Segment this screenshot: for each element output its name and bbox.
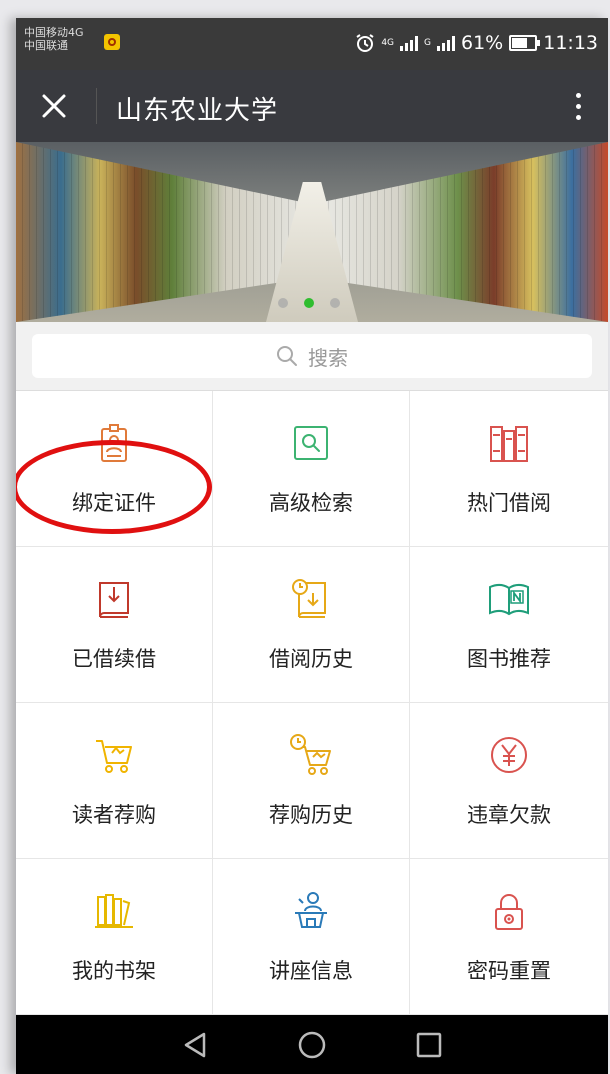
carousel-dot-1[interactable] [278,298,288,308]
menu-label: 讲座信息 [269,959,353,983]
banner-image-left-shelves [16,142,316,322]
carrier-2: 中国联通 [24,39,68,52]
nav-divider [96,88,97,124]
carrier-1: 中国移动4G [24,26,84,39]
menu-label: 读者荐购 [72,803,156,827]
menu-item-lecture-info[interactable]: 讲座信息 [213,859,410,1015]
menu-label: 热门借阅 [467,491,551,515]
menu-label: 图书推荐 [467,647,551,671]
clock: 11:13 [543,32,598,54]
page-title: 山东农业大学 [116,96,279,126]
menu-item-purchase-history[interactable]: 荐购历史 [213,703,410,859]
menu-item-reader-purchase[interactable]: 读者荐购 [16,703,213,859]
menu-label: 高级检索 [269,491,353,515]
menu-label: 绑定证件 [72,491,156,515]
notification-app-icon [104,34,120,50]
battery-percent: 61% [461,32,504,54]
menu-item-popular-borrow[interactable]: 热门借阅 [410,391,608,547]
network-type-1: 4G [381,37,395,48]
library-banner-carousel[interactable] [16,142,608,322]
menu-item-book-recommend[interactable]: 图书推荐 [410,547,608,703]
menu-label: 违章欠款 [467,803,551,827]
menu-label: 密码重置 [467,959,551,983]
menu-item-advanced-search[interactable]: 高级检索 [213,391,410,547]
cart-icon [96,740,132,773]
search-placeholder: 搜索 [308,345,348,370]
recents-square-icon [417,1032,442,1057]
menu-label: 我的书架 [72,959,156,983]
home-circle-icon [298,1031,326,1058]
banner-image-right-shelves [308,142,608,322]
signal-2-icon [437,35,455,51]
search-bar-container: 搜索 [16,322,608,391]
battery-icon [509,35,541,51]
status-bar: 中国移动4G 中国联通 4G G 61% 11:13 [16,18,608,70]
cart-history-icon [290,734,331,775]
more-dot-icon [575,92,581,98]
menu-item-violation-debt[interactable]: 违章欠款 [410,703,608,859]
advanced-search-icon [294,426,328,460]
lock-icon [495,894,523,930]
more-menu-button[interactable] [568,86,588,126]
search-icon [277,346,297,366]
id-card-icon [101,424,127,462]
signal-1-icon [400,35,419,51]
menu-label: 荐购历史 [269,803,353,827]
recents-button[interactable] [414,1030,444,1060]
renew-book-icon [99,582,129,618]
bookshelf-icon [95,894,133,928]
back-button[interactable] [180,1030,210,1060]
menu-label: 借阅历史 [269,647,353,671]
lecture-icon [295,892,327,928]
search-input[interactable]: 搜索 [32,334,592,378]
function-menu-grid: 绑定证件 高级检索 热门借阅 已借续借 借阅历史 图书推荐 读者荐购 荐购历史 … [16,391,608,1015]
menu-item-borrowed-renew[interactable]: 已借续借 [16,547,213,703]
phone-screen: 中国移动4G 中国联通 4G G 61% 11:13 山东农业大学 搜索 绑定证… [16,18,608,1074]
menu-item-bind-card[interactable]: 绑定证件 [16,391,213,547]
top-navigation-bar: 山东农业大学 [16,70,608,142]
books-icon [490,426,528,462]
network-type-2: G [424,37,431,48]
close-icon [42,94,66,118]
status-icons: 4G G 61% 11:13 [355,30,598,56]
yen-icon [491,737,527,773]
menu-item-my-bookshelf[interactable]: 我的书架 [16,859,213,1015]
close-button[interactable] [34,86,74,126]
back-triangle-icon [184,1032,205,1057]
menu-label: 已借续借 [72,647,156,671]
carousel-indicator [278,298,340,308]
carousel-dot-3[interactable] [330,298,340,308]
system-navigation-bar [16,1015,608,1074]
menu-item-borrow-history[interactable]: 借阅历史 [213,547,410,703]
carrier-info: 中国移动4G 中国联通 [24,26,84,52]
history-book-icon [292,579,326,618]
alarm-icon [356,34,374,52]
menu-item-password-reset[interactable]: 密码重置 [410,859,608,1015]
open-book-icon [489,583,529,616]
carousel-dot-2[interactable] [304,298,314,308]
home-button[interactable] [297,1030,327,1060]
